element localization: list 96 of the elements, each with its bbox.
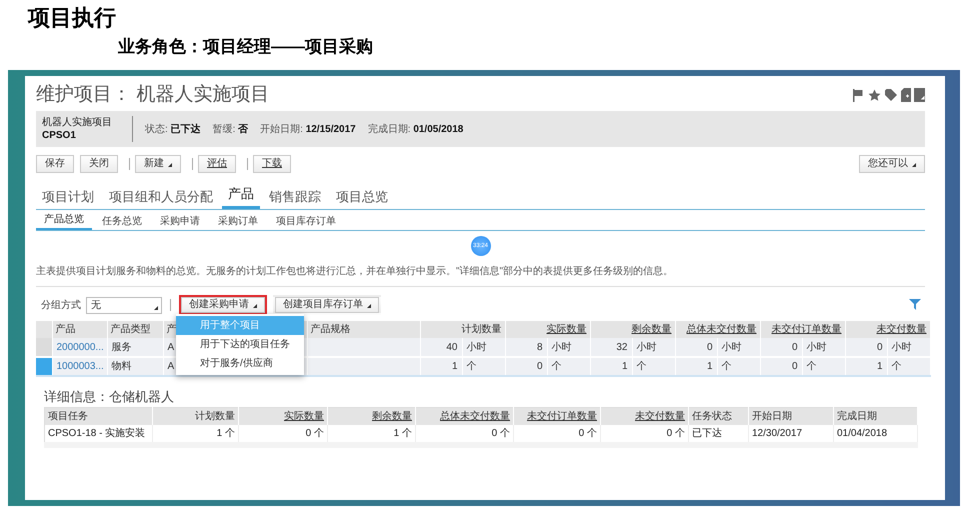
quantity-value: 8 bbox=[536, 342, 542, 352]
quantity-value: 0 bbox=[876, 342, 882, 352]
caret-icon bbox=[367, 304, 371, 308]
unit-label: 小时 bbox=[466, 342, 486, 352]
tag-icon[interactable] bbox=[885, 89, 897, 101]
star-icon[interactable] bbox=[868, 88, 881, 102]
menu-item[interactable]: 对于服务/供应商 bbox=[176, 354, 304, 373]
table-cell: 0 个 bbox=[578, 428, 597, 438]
group-by-label: 分组方式 bbox=[41, 298, 81, 312]
subtab[interactable]: 产品总览 bbox=[36, 212, 92, 230]
table-cell: 已下达 bbox=[692, 428, 722, 438]
slide-title: 项目执行 bbox=[28, 4, 116, 32]
group-by-select[interactable]: 无 bbox=[86, 296, 162, 314]
quantity-value: 1 bbox=[452, 361, 458, 372]
quantity-value: 1 bbox=[876, 361, 882, 372]
tab[interactable]: 项目计划 bbox=[36, 188, 100, 209]
table-cell: 0 个 bbox=[492, 428, 510, 438]
quantity-value: 1 bbox=[706, 361, 712, 372]
subtab[interactable]: 项目库存订单 bbox=[268, 214, 344, 230]
table-cell: 物料 bbox=[112, 361, 132, 372]
table-cell: CPSO1-18 - 实施安装 bbox=[48, 428, 146, 438]
tab[interactable]: 项目组和人员分配 bbox=[103, 188, 219, 209]
menu-item[interactable]: 用于下达的项目任务 bbox=[176, 335, 304, 354]
caret-icon bbox=[154, 306, 158, 310]
tab[interactable]: 销售跟踪 bbox=[263, 188, 327, 209]
project-name: 机器人实施项目 bbox=[42, 116, 112, 128]
caret-icon bbox=[168, 163, 172, 167]
column-header: 计划数量 bbox=[462, 324, 502, 335]
quantity-value: 0 bbox=[792, 361, 798, 372]
caret-icon bbox=[912, 163, 916, 167]
unit-label: 个 bbox=[806, 361, 816, 372]
column-header: 产 bbox=[166, 324, 176, 335]
quantity-value: 0 bbox=[536, 361, 542, 372]
description-text: 主表提供项目计划服务和物料的总览。无服务的计划工作包也将进行汇总，并在单独行中显示。"详细信息"部分中的表提供更多任务级别的信息。 bbox=[36, 266, 925, 287]
subtab[interactable]: 任务总览 bbox=[94, 214, 150, 230]
field-value: 否 bbox=[238, 124, 248, 134]
field-value: 12/15/2017 bbox=[306, 124, 356, 134]
unit-label: 个 bbox=[466, 361, 476, 372]
more-actions-button[interactable]: 您还可以 bbox=[859, 155, 925, 173]
column-header: 项目任务 bbox=[48, 410, 88, 422]
tab[interactable]: 产品 bbox=[222, 185, 260, 209]
column-header: 产品类型 bbox=[110, 324, 150, 335]
quantity-value: 32 bbox=[616, 342, 628, 352]
flag-icon[interactable] bbox=[852, 88, 864, 102]
unit-label: 个 bbox=[892, 361, 902, 372]
toolbar-button[interactable]: 评估 bbox=[198, 155, 236, 173]
document-add-icon[interactable] bbox=[901, 88, 925, 102]
action-button[interactable]: 创建项目库存订单 bbox=[273, 295, 381, 315]
table-cell: A bbox=[168, 342, 174, 352]
column-header: 任务状态 bbox=[692, 410, 732, 422]
section-title: 详细信息：仓储机器人 bbox=[44, 389, 175, 405]
field-value: 已下达 bbox=[170, 124, 201, 134]
table-cell: 服务 bbox=[112, 342, 132, 352]
table-cell: 0 个 bbox=[666, 428, 685, 438]
page-title: 维护项目： 机器人实施项目 bbox=[36, 84, 270, 106]
table-cell: A bbox=[168, 361, 174, 372]
table-cell: 12/30/2017 bbox=[752, 428, 802, 438]
quantity-value: 0 bbox=[706, 342, 712, 352]
column-header: 产品 bbox=[56, 324, 76, 335]
project-code: CPSO1 bbox=[42, 128, 77, 142]
unit-label: 个 bbox=[552, 361, 562, 372]
toolbar-button[interactable]: 下载 bbox=[253, 155, 291, 173]
toolbar-button[interactable]: 保存 bbox=[36, 155, 74, 173]
filter-icon[interactable] bbox=[909, 299, 921, 310]
table-cell: 1 个 bbox=[216, 428, 235, 438]
unit-label: 小时 bbox=[636, 342, 656, 352]
caret-icon bbox=[253, 304, 257, 308]
subtab[interactable]: 采购订单 bbox=[210, 214, 266, 230]
tab[interactable]: 项目总览 bbox=[330, 188, 394, 209]
action-button[interactable]: 创建采购申请 bbox=[179, 295, 267, 315]
field-label: 完成日期: bbox=[368, 124, 411, 134]
unit-label: 个 bbox=[722, 361, 732, 372]
field-label: 暂缓: bbox=[212, 124, 236, 134]
subtab[interactable]: 采购申请 bbox=[152, 214, 208, 230]
field-label: 开始日期: bbox=[260, 124, 303, 134]
column-header: 计划数量 bbox=[195, 410, 235, 422]
column-header: 产品规格 bbox=[310, 324, 350, 335]
field-label: 状态: bbox=[145, 124, 168, 134]
quantity-value: 1 bbox=[622, 361, 628, 372]
row-selector[interactable] bbox=[36, 357, 52, 376]
toolbar-button[interactable]: 新建 bbox=[135, 155, 181, 173]
quantity-value: 0 bbox=[792, 342, 798, 352]
column-header: 开始日期 bbox=[752, 410, 792, 422]
quantity-value: 40 bbox=[446, 342, 458, 352]
field-value: 01/05/2018 bbox=[413, 124, 464, 134]
table-cell: 1 个 bbox=[394, 428, 412, 438]
unit-label: 个 bbox=[636, 361, 646, 372]
slide-subtitle: 业务角色：项目经理——项目采购 bbox=[118, 36, 373, 58]
table-cell: 01/04/2018 bbox=[837, 428, 888, 438]
unit-label: 小时 bbox=[806, 342, 826, 352]
column-header: 完成日期 bbox=[837, 410, 877, 422]
toolbar-button[interactable]: 关闭 bbox=[80, 155, 118, 173]
table-cell: 0 个 bbox=[306, 428, 324, 438]
unit-label: 小时 bbox=[892, 342, 912, 352]
unit-label: 小时 bbox=[552, 342, 572, 352]
unit-label: 小时 bbox=[722, 342, 742, 352]
